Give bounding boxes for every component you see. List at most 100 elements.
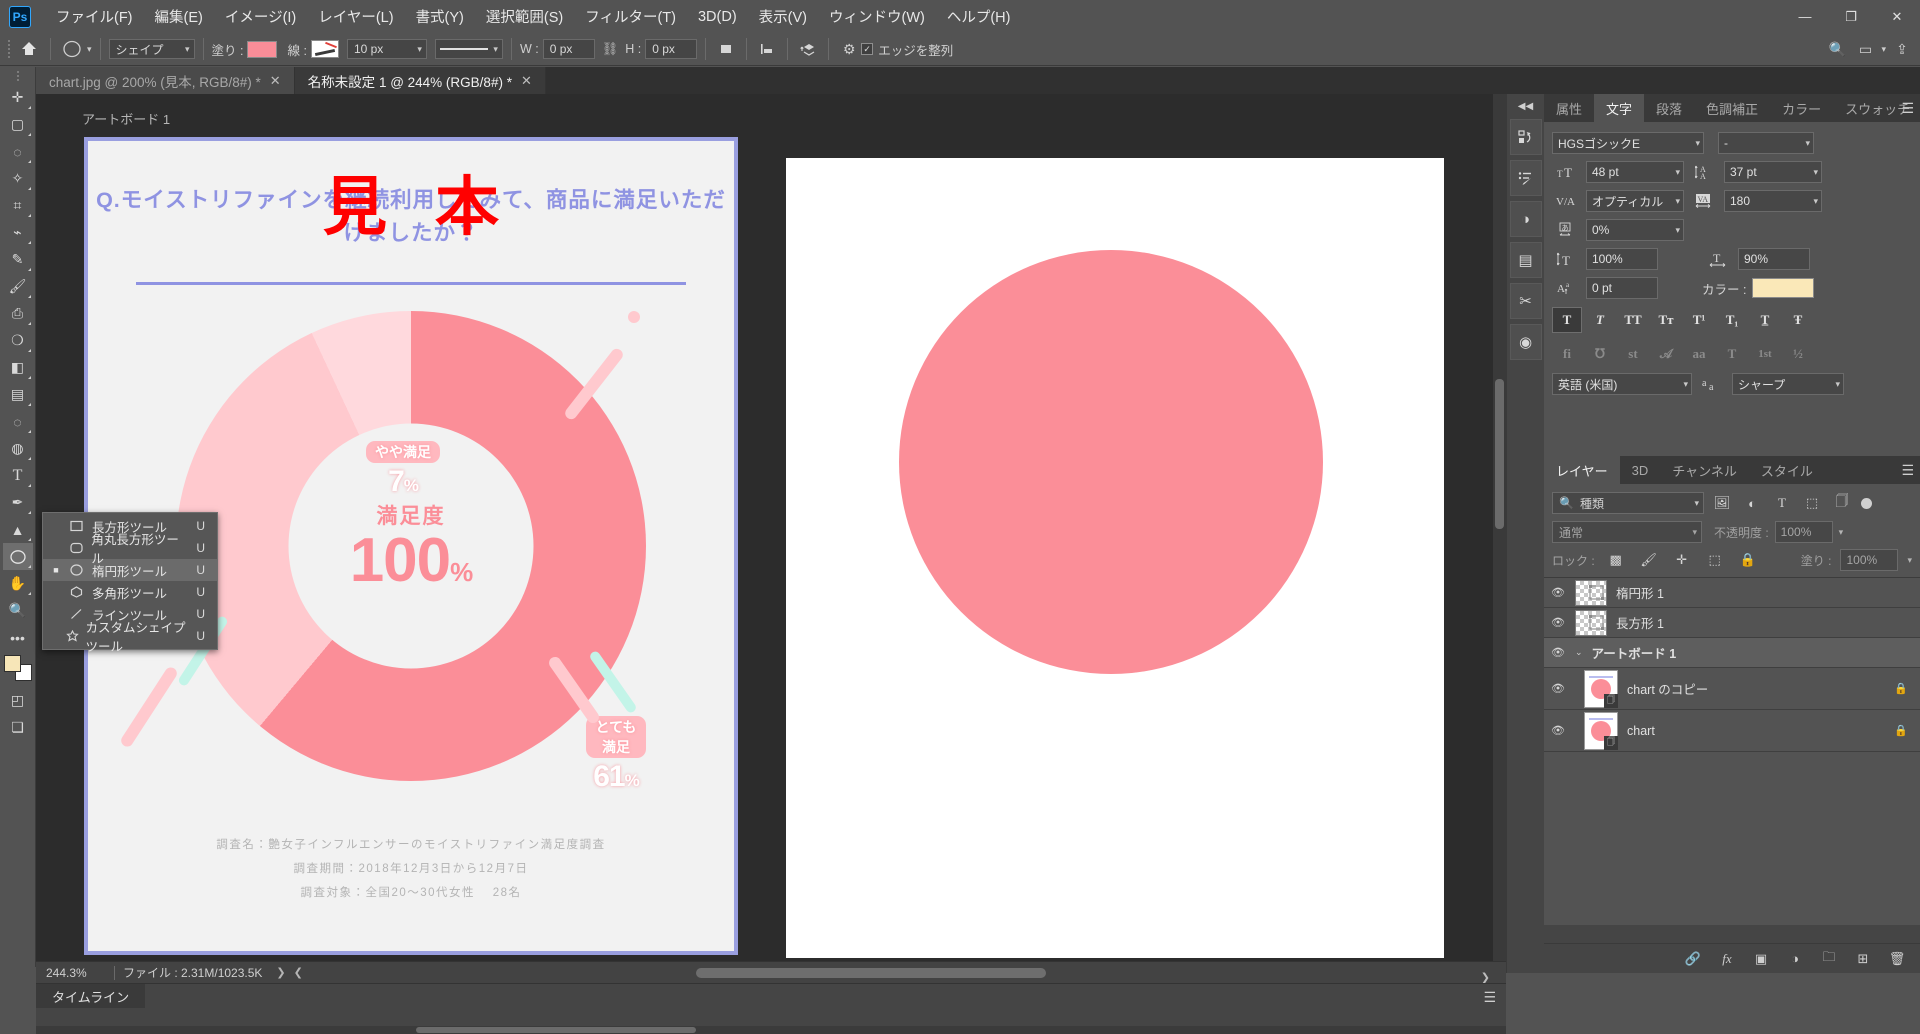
titling-alternates-button[interactable]: T xyxy=(1717,341,1747,367)
menu-window[interactable]: ウィンドウ(W) xyxy=(818,2,936,31)
width-input[interactable]: 0 px xyxy=(542,39,595,59)
flyout-item-custom-shape-tool[interactable]: カスタムシェイプツール U xyxy=(43,621,217,654)
oldstyle-button[interactable]: aa xyxy=(1684,341,1714,367)
search-icon[interactable]: 🔍 xyxy=(1825,38,1849,62)
tab-timeline[interactable]: タイムライン xyxy=(36,984,146,1008)
link-layers-icon[interactable]: 🔗 xyxy=(1684,950,1702,968)
more-tools-button[interactable]: ••• xyxy=(3,624,33,651)
panel-menu-icon[interactable]: ☰ xyxy=(1483,989,1496,1006)
layer-row-artboard-1[interactable]: 👁 ⌄ アートボード 1 xyxy=(1544,638,1920,668)
history-brush-tool[interactable]: ❍ xyxy=(3,327,33,354)
ellipse-shape-1[interactable] xyxy=(899,250,1323,674)
panel-menu-icon[interactable]: ☰ xyxy=(1901,462,1914,479)
height-input[interactable]: 0 px xyxy=(645,39,698,59)
tab-adjustments[interactable]: 色調補正 xyxy=(1694,94,1770,122)
menu-select[interactable]: 選択範囲(S) xyxy=(475,2,574,31)
link-icon[interactable]: ⛓ xyxy=(602,41,619,57)
delete-layer-icon[interactable]: 🗑 xyxy=(1888,950,1906,968)
minimize-button[interactable]: — xyxy=(1782,0,1828,33)
new-group-icon[interactable]: 🗀 xyxy=(1820,949,1838,968)
close-icon[interactable]: ✕ xyxy=(521,73,532,89)
stroke-width-select[interactable]: 10 px ▾ xyxy=(346,39,427,59)
faux-bold-button[interactable]: T xyxy=(1552,307,1582,333)
home-icon[interactable] xyxy=(16,36,42,62)
foreground-background-colors[interactable] xyxy=(3,655,32,681)
vertical-scale-input[interactable]: 100% xyxy=(1586,248,1658,270)
tsume-input[interactable]: 0% ▾ xyxy=(1586,219,1684,241)
maximize-button[interactable]: ❐ xyxy=(1828,0,1874,33)
ellipse-shape-tool[interactable] xyxy=(2,543,33,570)
healing-brush-tool[interactable]: ✎ xyxy=(3,246,33,273)
shape-tool-flyout-menu[interactable]: 長方形ツール U 角丸長方形ツール U ■ 楕円形ツール U 多角形ツール U … xyxy=(42,512,218,654)
share-icon[interactable]: ⇪ xyxy=(1890,38,1914,62)
lock-artboard-icon[interactable]: ⬚ xyxy=(1703,549,1727,571)
zoom-tool[interactable]: 🔍 xyxy=(3,597,33,624)
foreground-color-swatch[interactable] xyxy=(3,655,21,672)
font-style-select[interactable]: - ▾ xyxy=(1718,132,1814,154)
options-bar-grip[interactable] xyxy=(4,38,13,60)
chevron-down-icon[interactable]: ▾ xyxy=(1839,527,1844,538)
marquee-tool[interactable]: ▢ xyxy=(3,111,33,138)
tab-3d[interactable]: 3D xyxy=(1620,456,1661,484)
eye-icon[interactable]: 👁 xyxy=(1550,616,1566,629)
filter-smart-object-icon[interactable]: 🗍 xyxy=(1830,492,1854,514)
blur-tool[interactable]: ◌ xyxy=(3,408,33,435)
quick-mask-icon[interactable]: ◰ xyxy=(3,687,33,714)
status-collapse-icon[interactable]: ❮ xyxy=(294,966,303,979)
layer-mask-icon[interactable]: ▣ xyxy=(1752,950,1770,968)
contextual-alternates-button[interactable]: ℧ xyxy=(1585,341,1615,367)
ordinals-button[interactable]: 1st xyxy=(1750,341,1780,367)
lock-icon[interactable]: 🔒 xyxy=(1894,724,1914,737)
filter-enable-toggle[interactable] xyxy=(1860,492,1873,514)
menu-view[interactable]: 表示(V) xyxy=(748,2,818,31)
document-canvas-2[interactable] xyxy=(786,158,1444,958)
panel-menu-icon[interactable]: ☰ xyxy=(1901,100,1914,117)
fractions-button[interactable]: ½ xyxy=(1783,341,1813,367)
layer-row-ellipse-1[interactable]: 👁 楕円形 1 xyxy=(1544,578,1920,608)
close-button[interactable]: ✕ xyxy=(1874,0,1920,33)
eye-icon[interactable]: 👁 xyxy=(1550,586,1566,599)
tool-chevron-icon[interactable]: ▾ xyxy=(87,44,92,55)
eye-icon[interactable]: 👁 xyxy=(1550,724,1566,737)
tab-paragraph[interactable]: 段落 xyxy=(1644,94,1694,122)
dodge-tool[interactable]: ◍ xyxy=(3,435,33,462)
actions-icon[interactable]: ✂ xyxy=(1509,283,1542,319)
tab-character[interactable]: 文字 xyxy=(1594,94,1645,122)
blend-mode-select[interactable]: 通常 ▾ xyxy=(1552,521,1702,543)
ellipse-tool-icon[interactable] xyxy=(59,36,85,62)
leading-input[interactable]: 37 pt ▾ xyxy=(1724,161,1822,183)
scrollbar-thumb[interactable] xyxy=(696,968,1046,978)
fill-input[interactable]: 100% xyxy=(1840,549,1899,571)
eyedropper-tool[interactable]: ⌁ xyxy=(3,219,33,246)
adjustments-icon[interactable]: ◑ xyxy=(1509,201,1542,237)
tab-channels[interactable]: チャンネル xyxy=(1660,456,1749,484)
adjustment-layer-icon[interactable]: ◑ xyxy=(1786,950,1804,968)
chevron-down-icon[interactable]: ▾ xyxy=(1907,555,1912,566)
new-layer-icon[interactable]: ⊞ xyxy=(1854,950,1872,968)
tracking-input[interactable]: 180 ▾ xyxy=(1724,190,1822,212)
collapse-panels-icon[interactable]: ◀◀ xyxy=(1518,98,1533,114)
lock-transparency-icon[interactable]: ▩ xyxy=(1604,549,1628,571)
flyout-item-polygon-tool[interactable]: 多角形ツール U xyxy=(43,581,217,603)
stroke-color-swatch[interactable] xyxy=(310,40,339,58)
canvas-vertical-scrollbar[interactable] xyxy=(1493,94,1506,974)
brush-presets-icon[interactable] xyxy=(1509,160,1542,196)
text-color-swatch[interactable] xyxy=(1752,278,1815,298)
canvas-area[interactable]: アートボード 1 Q.モイストリファインを継続利用してみて、商品に満足いただけま… xyxy=(36,94,1506,974)
filter-adjustment-icon[interactable]: ◐ xyxy=(1740,492,1764,514)
underline-button[interactable]: T̲ xyxy=(1750,307,1780,333)
tab-layers[interactable]: レイヤー xyxy=(1544,456,1620,484)
eraser-tool[interactable]: ◧ xyxy=(3,354,33,381)
lock-icon[interactable]: 🔒 xyxy=(1894,682,1914,695)
filter-shape-icon[interactable]: ⬚ xyxy=(1800,492,1824,514)
layer-row-rectangle-1[interactable]: 👁 長方形 1 xyxy=(1544,608,1920,638)
timeline-scrollbar[interactable] xyxy=(36,1026,1506,1034)
faux-italic-button[interactable]: T xyxy=(1585,307,1615,333)
quick-selection-tool[interactable]: ✧ xyxy=(3,165,33,192)
strikethrough-button[interactable]: Ŧ xyxy=(1783,307,1813,333)
menu-image[interactable]: イメージ(I) xyxy=(214,2,307,31)
workspace-icon[interactable]: ▭ xyxy=(1853,38,1877,62)
menu-type[interactable]: 書式(Y) xyxy=(405,2,475,31)
path-alignment-icon[interactable] xyxy=(755,37,779,61)
superscript-button[interactable]: T¹ xyxy=(1684,307,1714,333)
